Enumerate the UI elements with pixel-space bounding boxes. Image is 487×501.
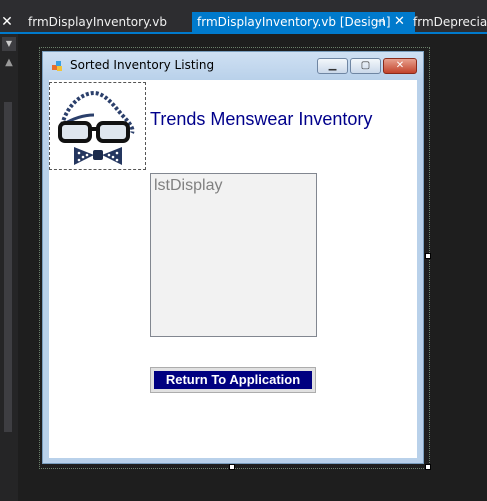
return-to-application-button[interactable]: Return To Application [150, 367, 316, 393]
close-icon[interactable]: ✕ [0, 12, 14, 32]
resize-handle-right[interactable] [425, 253, 431, 259]
tab-frmdisplayinventory-design[interactable]: frmDisplayInventory.vb [Design] ⊣ ✕ [192, 12, 415, 32]
tab-strip-top [0, 0, 487, 3]
return-button-label: Return To Application [154, 371, 312, 389]
scrollbar-thumb[interactable] [4, 102, 12, 432]
resize-handle-corner[interactable] [425, 464, 431, 470]
scroll-up-icon[interactable]: ▲ [2, 56, 16, 70]
pin-icon[interactable]: ⊣ [375, 12, 385, 32]
form-titlebar[interactable]: Sorted Inventory Listing ▁ ▢ ✕ [43, 52, 423, 80]
maximize-button[interactable]: ▢ [350, 58, 381, 74]
minimize-button[interactable]: ▁ [317, 58, 348, 74]
tab-label: frmDisplayInventory.vb [Design] [197, 15, 391, 29]
document-tab-strip: ✕ frmDisplayInventory.vb frmDisplayInven… [0, 0, 487, 32]
tab-label: frmDisplayInventory.vb [28, 15, 168, 29]
chevron-down-icon[interactable]: ▼ [2, 37, 16, 51]
close-button[interactable]: ✕ [383, 58, 417, 74]
tab-frmdisplayinventory-code[interactable]: frmDisplayInventory.vb [22, 12, 196, 32]
glasses-bowtie-image[interactable] [49, 82, 146, 170]
inventory-listbox[interactable]: lstDisplay [150, 173, 317, 337]
tab-label: frmDepreciati [413, 15, 487, 29]
form-client-area: Trends Menswear Inventory lstDisplay Ret… [49, 80, 417, 458]
listbox-name: lstDisplay [154, 177, 223, 194]
tab-frmdepreciation[interactable]: frmDepreciati [410, 12, 487, 32]
close-icon[interactable]: ✕ [394, 12, 405, 32]
resize-handle-bottom[interactable] [229, 464, 235, 470]
form-icon [52, 61, 62, 71]
left-scroll-gutter: ▼ ▲ [0, 34, 18, 501]
inventory-heading: Trends Menswear Inventory [150, 109, 373, 129]
form-title: Sorted Inventory Listing [70, 58, 215, 72]
form-window[interactable]: Sorted Inventory Listing ▁ ▢ ✕ Trends Me… [42, 51, 424, 464]
